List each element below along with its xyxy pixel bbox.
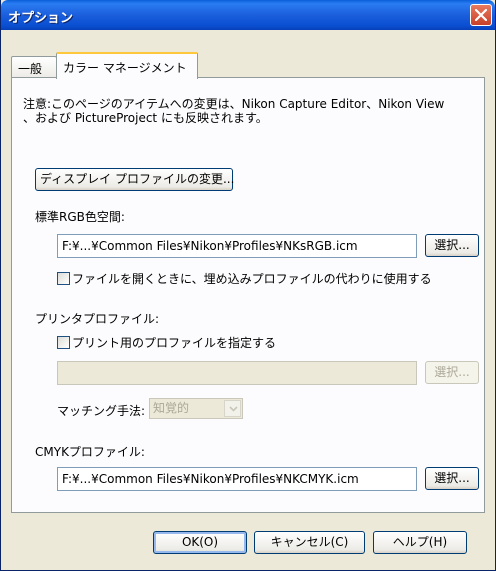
close-button[interactable] [470,4,492,26]
cancel-label: キャンセル(C) [270,535,349,549]
matching-method-value: 知覚的 [153,401,190,415]
rgb-select-button[interactable]: 選択... [425,234,479,257]
cmyk-section-label: CMYKプロファイル: [35,445,145,459]
rgb-section-label: 標準RGB色空間: [35,210,125,224]
options-dialog: オプション 一般 カラー マネージメント 注意:このページのアイテムへの変更は、… [0,0,496,571]
tab-color-management[interactable]: カラー マネージメント [56,52,198,79]
matching-method-dropdown-button [224,400,241,417]
cmyk-select-label: 選択... [434,471,470,485]
rgb-profile-path-field[interactable]: F:¥...¥Common Files¥Nikon¥Profiles¥NKsRG… [57,234,417,258]
printer-section-label: プリンタプロファイル: [35,312,160,326]
printer-profile-checkbox-row[interactable]: プリント用のプロファイルを指定する [57,334,276,351]
rgb-override-checkbox-row[interactable]: ファイルを開くときに、埋め込みプロファイルの代わりに使用する [57,270,432,287]
tab-general[interactable]: 一般 [11,56,57,78]
change-display-profile-button[interactable]: ディスプレイ プロファイルの変更... [35,168,235,191]
printer-profile-checkbox[interactable] [57,336,70,349]
matching-method-label: マッチング手法: [57,404,146,418]
close-icon [475,9,487,21]
notice-line-2: 、および PictureProject にも反映されます。 [23,111,268,125]
tab-general-label: 一般 [18,62,43,76]
rgb-select-label: 選択... [434,238,470,252]
printer-profile-path-field [57,361,417,385]
cancel-button[interactable]: キャンセル(C) [254,531,365,554]
notice-line-1: 注意:このページのアイテムへの変更は、Nikon Capture Editor、… [23,97,445,111]
ok-button[interactable]: OK(O) [153,531,247,554]
matching-method-select: 知覚的 [149,398,243,419]
rgb-override-checkbox[interactable] [57,272,70,285]
chevron-down-icon [229,406,238,412]
help-button[interactable]: ヘルプ(H) [373,531,467,554]
cmyk-profile-path-field[interactable]: F:¥...¥Common Files¥Nikon¥Profiles¥NKCMY… [57,467,417,491]
change-display-profile-label: ディスプレイ プロファイルの変更... [40,172,235,186]
rgb-override-checkbox-label: ファイルを開くときに、埋め込みプロファイルの代わりに使用する [72,272,432,286]
help-label: ヘルプ(H) [392,535,448,549]
printer-select-label: 選択... [434,365,470,379]
cmyk-select-button[interactable]: 選択... [425,467,479,490]
printer-select-button: 選択... [425,361,479,384]
title-bar[interactable]: オプション [1,0,495,30]
ok-label: OK(O) [181,535,219,549]
notice-text: 注意:このページのアイテムへの変更は、Nikon Capture Editor、… [23,97,483,125]
printer-profile-checkbox-label: プリント用のプロファイルを指定する [72,336,277,350]
window-title: オプション [8,11,74,26]
tab-color-management-label: カラー マネージメント [63,61,187,75]
